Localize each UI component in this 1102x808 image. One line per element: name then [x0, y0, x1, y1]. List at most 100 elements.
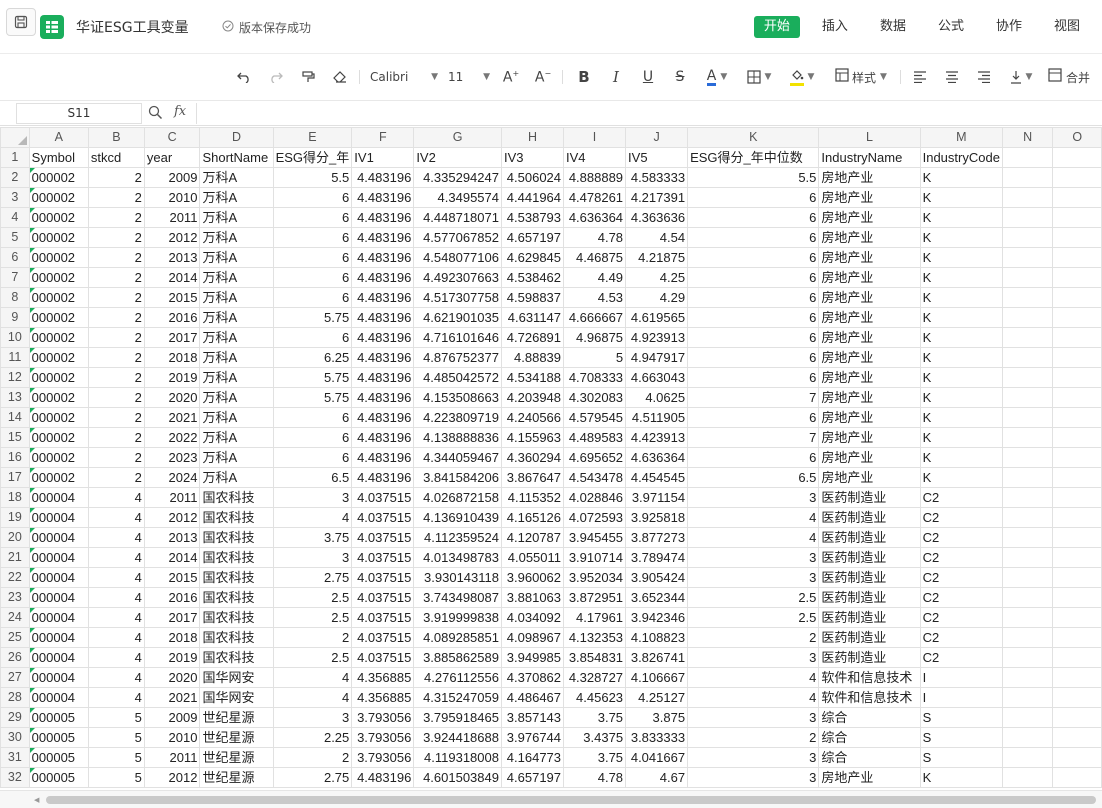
cell[interactable]: 2 — [687, 727, 820, 748]
cell[interactable]: 2 — [87, 427, 145, 448]
cell[interactable]: 4.17961 — [563, 607, 627, 628]
cell[interactable] — [1052, 427, 1102, 448]
cell[interactable]: 4.583333 — [625, 167, 689, 188]
cell[interactable]: 2016 — [143, 587, 201, 608]
cell[interactable]: 000002 — [28, 287, 89, 308]
cell[interactable]: 4.483196 — [351, 387, 415, 408]
cell[interactable]: 6 — [687, 227, 820, 248]
cell[interactable]: 4.483196 — [351, 427, 415, 448]
cell[interactable]: 000004 — [28, 627, 89, 648]
cell[interactable]: 2011 — [143, 487, 201, 508]
cell[interactable]: 3.826741 — [625, 647, 689, 668]
cell[interactable] — [1052, 207, 1102, 228]
header-cell[interactable]: IV3 — [500, 147, 565, 168]
spreadsheet-grid[interactable]: ABCDEFGHIJKLMNO 1 Symbol stkcd year ShortNam… — [0, 127, 1102, 790]
cell[interactable]: 5 — [563, 347, 627, 368]
cell[interactable]: 4.483196 — [351, 227, 415, 248]
cell[interactable]: 4.517307758 — [413, 287, 502, 308]
cell[interactable]: 4.165126 — [500, 507, 565, 528]
cell[interactable]: 万科A — [199, 267, 274, 288]
cell[interactable]: K — [919, 167, 1003, 188]
cell[interactable]: 4.876752377 — [413, 347, 502, 368]
cell[interactable]: 3.75 — [272, 527, 353, 548]
cell[interactable]: 房地产业 — [818, 187, 921, 208]
horizontal-scrollbar[interactable]: ◀ — [0, 790, 1102, 808]
cell[interactable]: 4.055011 — [500, 547, 565, 568]
cell[interactable]: 4.888889 — [563, 167, 627, 188]
cell[interactable]: 世纪星源 — [199, 767, 274, 788]
cell[interactable]: 4.155963 — [500, 427, 565, 448]
cell[interactable] — [1052, 587, 1102, 608]
cell[interactable]: 3.793056 — [351, 707, 415, 728]
cell[interactable]: 4.223809719 — [413, 407, 502, 428]
cell[interactable]: 3.885862589 — [413, 647, 502, 668]
cell[interactable]: 4 — [87, 667, 145, 688]
cell[interactable] — [1052, 687, 1102, 708]
cell[interactable]: 房地产业 — [818, 447, 921, 468]
cell[interactable]: 综合 — [818, 707, 921, 728]
cell[interactable]: 4.013498783 — [413, 547, 502, 568]
cell[interactable]: 4.483196 — [351, 207, 415, 228]
cell[interactable]: 万科A — [199, 427, 274, 448]
cell[interactable] — [1001, 587, 1054, 608]
cell[interactable]: 6 — [272, 447, 353, 468]
cell[interactable] — [1001, 447, 1054, 468]
cell[interactable]: S — [919, 707, 1003, 728]
cell[interactable]: 万科A — [199, 287, 274, 308]
row-header[interactable]: 27 — [0, 667, 30, 688]
cell[interactable]: 4.485042572 — [413, 367, 502, 388]
cell[interactable]: 万科A — [199, 447, 274, 468]
cell[interactable]: 5 — [87, 767, 145, 788]
cell[interactable]: 医药制造业 — [818, 607, 921, 628]
cell[interactable]: 2 — [87, 307, 145, 328]
cell[interactable] — [1001, 347, 1054, 368]
cell[interactable]: 万科A — [199, 167, 274, 188]
cell[interactable]: 4.483196 — [351, 767, 415, 788]
cell[interactable]: 4.483196 — [351, 267, 415, 288]
cell[interactable]: 4.78 — [563, 227, 627, 248]
cell[interactable]: 2 — [87, 227, 145, 248]
cell[interactable]: 4.483196 — [351, 467, 415, 488]
cell[interactable]: 4.037515 — [351, 487, 415, 508]
cell[interactable]: 000005 — [28, 767, 89, 788]
cell[interactable]: 000002 — [28, 227, 89, 248]
cell[interactable]: 房地产业 — [818, 227, 921, 248]
cell[interactable]: 国农科技 — [199, 527, 274, 548]
cell[interactable]: 4.483196 — [351, 307, 415, 328]
header-cell[interactable]: IV2 — [413, 147, 502, 168]
cell[interactable]: 3.881063 — [500, 587, 565, 608]
cell[interactable]: 5.5 — [272, 167, 353, 188]
cell[interactable]: 3 — [272, 547, 353, 568]
cell[interactable] — [1052, 287, 1102, 308]
cell[interactable]: 医药制造业 — [818, 567, 921, 588]
cell[interactable]: K — [919, 367, 1003, 388]
cell[interactable] — [1001, 667, 1054, 688]
row-header[interactable]: 10 — [0, 327, 30, 348]
cell[interactable]: 4.115352 — [500, 487, 565, 508]
column-header-e[interactable]: E — [272, 127, 353, 148]
cell[interactable]: 2010 — [143, 727, 201, 748]
cell[interactable]: 2.75 — [272, 767, 353, 788]
cell[interactable]: 4.21875 — [625, 247, 689, 268]
redo-icon[interactable] — [266, 66, 286, 88]
cell[interactable]: 2 — [87, 287, 145, 308]
cell[interactable]: 4.657197 — [500, 767, 565, 788]
row-header[interactable]: 22 — [0, 567, 30, 588]
cell[interactable]: 4.315247059 — [413, 687, 502, 708]
cell[interactable]: 4.037515 — [351, 647, 415, 668]
cell[interactable]: 4.276112556 — [413, 667, 502, 688]
cell[interactable]: 4 — [272, 507, 353, 528]
cell[interactable]: 4.923913 — [625, 327, 689, 348]
column-header-i[interactable]: I — [563, 127, 627, 148]
column-header-f[interactable]: F — [351, 127, 415, 148]
cell[interactable]: 4.708333 — [563, 367, 627, 388]
cell[interactable]: 4.54 — [625, 227, 689, 248]
merge-button[interactable]: 合并 — [1048, 66, 1100, 88]
cell[interactable]: 3.960062 — [500, 567, 565, 588]
cell[interactable]: 4.49 — [563, 267, 627, 288]
cell[interactable]: C2 — [919, 567, 1003, 588]
header-cell[interactable]: Symbol — [28, 147, 89, 168]
cell[interactable]: 6 — [687, 407, 820, 428]
cell[interactable]: 3 — [687, 707, 820, 728]
cell[interactable]: 房地产业 — [818, 427, 921, 448]
